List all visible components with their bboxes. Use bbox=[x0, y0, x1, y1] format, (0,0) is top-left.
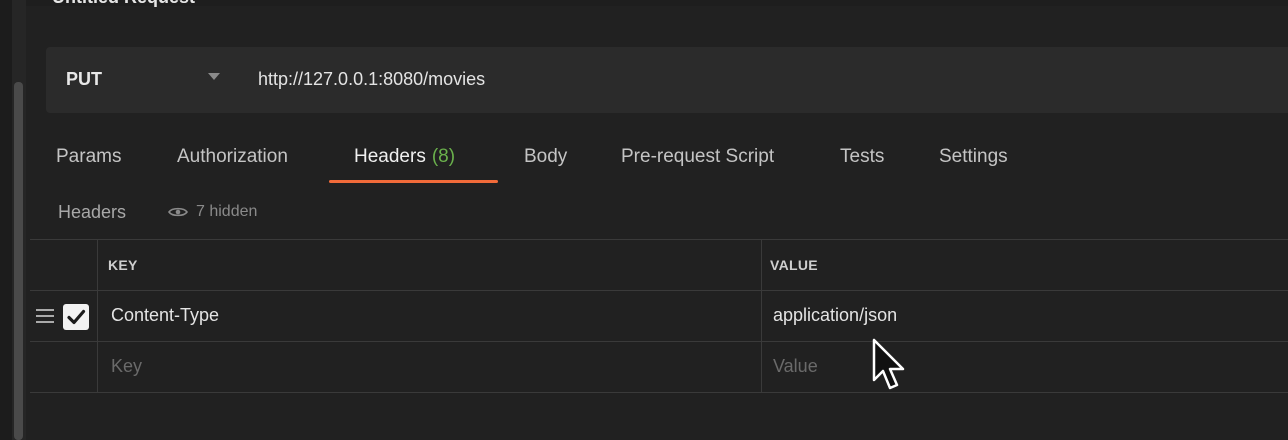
tab-headers[interactable]: Headers (8) bbox=[354, 146, 455, 168]
method-select[interactable]: PUT bbox=[66, 69, 102, 90]
new-key-input[interactable]: Key bbox=[111, 356, 142, 377]
tab-headers-label: Headers bbox=[354, 146, 426, 167]
chevron-down-icon[interactable] bbox=[208, 73, 220, 80]
headers-table: KEY VALUE Content-Type application/json … bbox=[30, 239, 1288, 393]
headers-section-title: Headers bbox=[58, 202, 127, 222]
tab-tests[interactable]: Tests bbox=[840, 146, 884, 168]
tab-pre-request-script[interactable]: Pre-request Script bbox=[621, 146, 774, 168]
eye-icon bbox=[168, 207, 188, 217]
tab-body[interactable]: Body bbox=[524, 146, 567, 168]
column-header-value: VALUE bbox=[770, 257, 818, 273]
drag-handle-icon[interactable] bbox=[36, 309, 54, 323]
row-enabled-checkbox[interactable] bbox=[63, 304, 89, 330]
tab-authorization[interactable]: Authorization bbox=[177, 146, 288, 168]
mouse-cursor-icon bbox=[872, 338, 905, 390]
table-column-divider bbox=[97, 239, 98, 393]
table-border-top bbox=[30, 239, 1288, 240]
request-url-bar: PUT http://127.0.0.1:8080/movies bbox=[46, 47, 1288, 113]
column-header-key: KEY bbox=[108, 257, 138, 273]
checkmark-icon bbox=[67, 309, 86, 325]
header-key-cell[interactable]: Content-Type bbox=[111, 305, 219, 326]
active-tab-indicator bbox=[329, 180, 498, 183]
request-title[interactable]: Untitled Request bbox=[52, 0, 195, 8]
table-border-bottom bbox=[30, 392, 1288, 393]
tab-headers-count: (8) bbox=[431, 146, 456, 167]
top-divider bbox=[26, 0, 1288, 6]
new-value-input[interactable]: Value bbox=[773, 356, 818, 377]
hidden-count-label: 7 hidden bbox=[196, 203, 258, 220]
tab-params[interactable]: Params bbox=[56, 146, 121, 168]
header-value-cell[interactable]: application/json bbox=[773, 305, 897, 326]
table-divider bbox=[30, 341, 1288, 342]
scrollbar-thumb[interactable] bbox=[14, 82, 23, 440]
hidden-headers-toggle[interactable]: 7 hidden bbox=[168, 203, 257, 221]
table-column-divider bbox=[761, 239, 762, 393]
tab-settings[interactable]: Settings bbox=[939, 146, 1008, 168]
url-input[interactable]: http://127.0.0.1:8080/movies bbox=[258, 69, 485, 90]
request-tabs: Params Authorization Headers (8) Body Pre… bbox=[30, 140, 1288, 186]
sidebar-edge bbox=[0, 0, 12, 440]
table-divider bbox=[30, 290, 1288, 291]
